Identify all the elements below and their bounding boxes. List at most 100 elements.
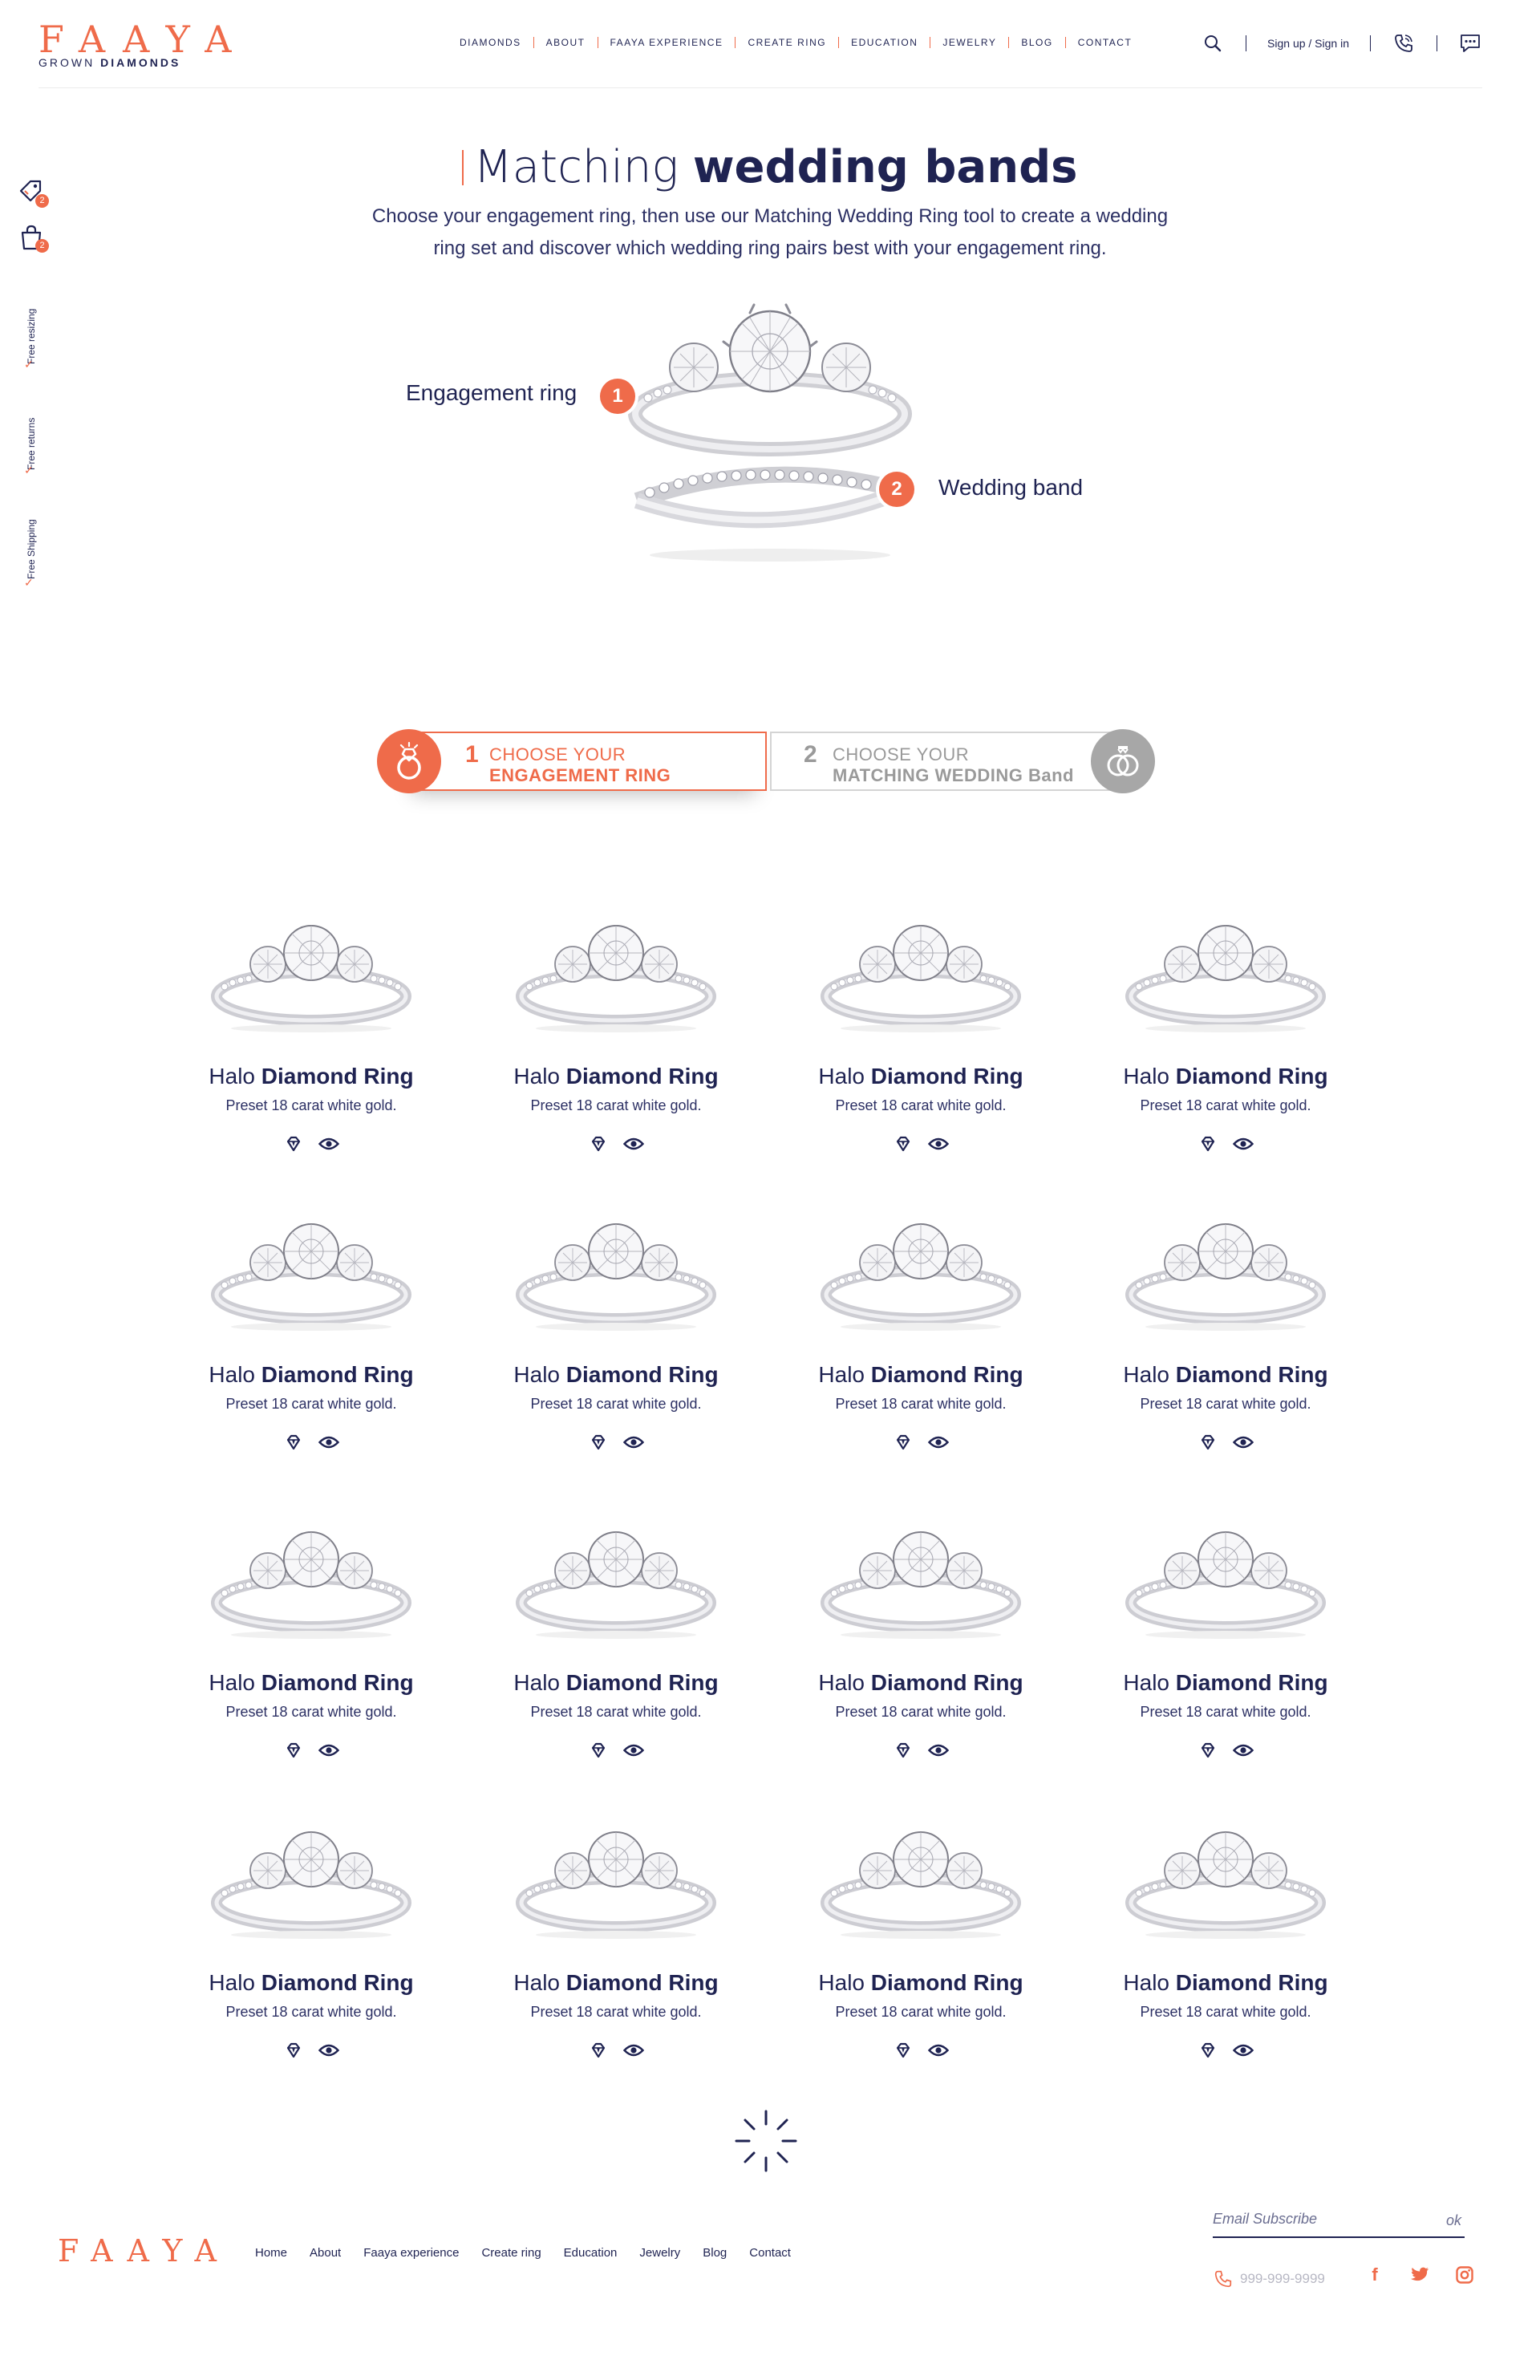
diamond-select-icon[interactable]	[892, 1739, 914, 1762]
footer-link-jewelry[interactable]: Jewelry	[639, 2246, 680, 2260]
instagram-icon[interactable]	[1453, 2264, 1476, 2286]
diamond-select-icon[interactable]	[1197, 1133, 1219, 1155]
footer-link-about[interactable]: About	[310, 2246, 341, 2260]
product-title[interactable]: Halo Diamond Ring	[800, 1064, 1041, 1089]
eye-view-icon[interactable]	[1232, 1739, 1254, 1762]
eye-view-icon[interactable]	[622, 1739, 645, 1762]
product-card[interactable]: Halo Diamond Ring Preset 18 carat white g…	[800, 1221, 1041, 1486]
product-title[interactable]: Halo Diamond Ring	[496, 1064, 736, 1089]
search-icon[interactable]	[1201, 31, 1225, 55]
diamond-select-icon[interactable]	[282, 1133, 305, 1155]
product-title[interactable]: Halo Diamond Ring	[191, 1064, 432, 1089]
product-title[interactable]: Halo Diamond Ring	[1105, 1362, 1346, 1388]
footer-link-education[interactable]: Education	[564, 2246, 618, 2260]
email-subscribe-input[interactable]	[1213, 2211, 1421, 2228]
diamond-select-icon[interactable]	[282, 2039, 305, 2062]
eye-view-icon[interactable]	[1232, 1133, 1254, 1155]
nav-item-create-ring[interactable]: Create ring	[736, 37, 838, 48]
product-ring-image[interactable]	[817, 1829, 1025, 1941]
product-card[interactable]: Halo Diamond Ring Preset 18 carat white g…	[1105, 922, 1346, 1187]
eye-view-icon[interactable]	[927, 1431, 950, 1454]
diamond-select-icon[interactable]	[587, 1431, 610, 1454]
product-ring-image[interactable]	[1121, 922, 1330, 1035]
eye-view-icon[interactable]	[927, 1133, 950, 1155]
eye-view-icon[interactable]	[927, 2039, 950, 2062]
product-card[interactable]: Halo Diamond Ring Preset 18 carat white g…	[1105, 1221, 1346, 1486]
diamond-select-icon[interactable]	[282, 1739, 305, 1762]
product-title[interactable]: Halo Diamond Ring	[191, 1970, 432, 1996]
product-title[interactable]: Halo Diamond Ring	[496, 1970, 736, 1996]
diamond-select-icon[interactable]	[587, 2039, 610, 2062]
product-ring-image[interactable]	[512, 1529, 720, 1641]
nav-item-jewelry[interactable]: Jewelry	[930, 37, 1008, 48]
product-card[interactable]: Halo Diamond Ring Preset 18 carat white g…	[191, 922, 432, 1187]
footer-link-home[interactable]: Home	[255, 2246, 287, 2260]
cart-button[interactable]: 2	[18, 223, 50, 255]
footer-logo[interactable]: FAAYA	[58, 2233, 231, 2269]
eye-view-icon[interactable]	[318, 1431, 340, 1454]
nav-item-about[interactable]: About	[534, 37, 598, 48]
brand-logo[interactable]: FAAYA GROWN DIAMONDS	[38, 19, 232, 69]
product-card[interactable]: Halo Diamond Ring Preset 18 carat white g…	[800, 922, 1041, 1187]
product-ring-image[interactable]	[1121, 1529, 1330, 1641]
product-card[interactable]: Halo Diamond Ring Preset 18 carat white g…	[496, 1529, 736, 1794]
facebook-icon[interactable]: f	[1364, 2264, 1386, 2286]
nav-item-diamonds[interactable]: Diamonds	[448, 37, 533, 48]
product-ring-image[interactable]	[817, 1221, 1025, 1333]
diamond-select-icon[interactable]	[892, 1431, 914, 1454]
diamond-select-icon[interactable]	[892, 2039, 914, 2062]
nav-item-faaya-experience[interactable]: Faaya experience	[598, 37, 736, 48]
footer-link-create-ring[interactable]: Create ring	[481, 2246, 541, 2260]
eye-view-icon[interactable]	[318, 1739, 340, 1762]
step-wedding-band[interactable]: 2 CHOOSE YOUR MATCHING WEDDING Band	[770, 732, 1131, 791]
eye-view-icon[interactable]	[622, 1133, 645, 1155]
product-card[interactable]: Halo Diamond Ring Preset 18 carat white g…	[191, 1221, 432, 1486]
product-ring-image[interactable]	[817, 1529, 1025, 1641]
product-ring-image[interactable]	[207, 922, 415, 1035]
product-ring-image[interactable]	[817, 922, 1025, 1035]
product-ring-image[interactable]	[512, 922, 720, 1035]
product-card[interactable]: Halo Diamond Ring Preset 18 carat white g…	[496, 1221, 736, 1486]
eye-view-icon[interactable]	[622, 2039, 645, 2062]
eye-view-icon[interactable]	[1232, 2039, 1254, 2062]
diamond-select-icon[interactable]	[1197, 1739, 1219, 1762]
diamond-select-icon[interactable]	[1197, 2039, 1219, 2062]
product-title[interactable]: Halo Diamond Ring	[191, 1362, 432, 1388]
footer-link-blog[interactable]: Blog	[703, 2246, 727, 2260]
product-ring-image[interactable]	[1121, 1221, 1330, 1333]
footer-phone[interactable]: 999-999-9999	[1213, 2269, 1325, 2289]
nav-item-education[interactable]: Education	[839, 37, 930, 48]
eye-view-icon[interactable]	[318, 2039, 340, 2062]
product-card[interactable]: Halo Diamond Ring Preset 18 carat white g…	[496, 922, 736, 1187]
diamond-select-icon[interactable]	[587, 1739, 610, 1762]
product-title[interactable]: Halo Diamond Ring	[1105, 1670, 1346, 1696]
diamond-select-icon[interactable]	[1197, 1431, 1219, 1454]
product-title[interactable]: Halo Diamond Ring	[800, 1670, 1041, 1696]
product-card[interactable]: Halo Diamond Ring Preset 18 carat white g…	[496, 1829, 736, 2094]
eye-view-icon[interactable]	[622, 1431, 645, 1454]
product-ring-image[interactable]	[207, 1829, 415, 1941]
product-title[interactable]: Halo Diamond Ring	[496, 1362, 736, 1388]
product-card[interactable]: Halo Diamond Ring Preset 18 carat white g…	[191, 1829, 432, 2094]
nav-item-contact[interactable]: Contact	[1066, 37, 1145, 48]
twitter-icon[interactable]	[1408, 2264, 1431, 2286]
product-title[interactable]: Halo Diamond Ring	[191, 1670, 432, 1696]
product-ring-image[interactable]	[207, 1529, 415, 1641]
product-title[interactable]: Halo Diamond Ring	[800, 1362, 1041, 1388]
product-title[interactable]: Halo Diamond Ring	[496, 1670, 736, 1696]
footer-link-faaya-experience[interactable]: Faaya experience	[363, 2246, 459, 2260]
signin-link[interactable]: Sign up / Sign in	[1267, 37, 1349, 50]
product-card[interactable]: Halo Diamond Ring Preset 18 carat white g…	[1105, 1829, 1346, 2094]
diamond-select-icon[interactable]	[282, 1431, 305, 1454]
step-engagement-ring[interactable]: 1 CHOOSE YOUR ENGAGEMENT RING	[401, 732, 767, 791]
product-ring-image[interactable]	[207, 1221, 415, 1333]
eye-view-icon[interactable]	[318, 1133, 340, 1155]
product-title[interactable]: Halo Diamond Ring	[1105, 1064, 1346, 1089]
product-card[interactable]: Halo Diamond Ring Preset 18 carat white g…	[1105, 1529, 1346, 1794]
product-title[interactable]: Halo Diamond Ring	[1105, 1970, 1346, 1996]
diamond-select-icon[interactable]	[587, 1133, 610, 1155]
product-card[interactable]: Halo Diamond Ring Preset 18 carat white g…	[800, 1529, 1041, 1794]
product-ring-image[interactable]	[512, 1221, 720, 1333]
chat-icon[interactable]	[1458, 31, 1482, 55]
diamond-select-icon[interactable]	[892, 1133, 914, 1155]
